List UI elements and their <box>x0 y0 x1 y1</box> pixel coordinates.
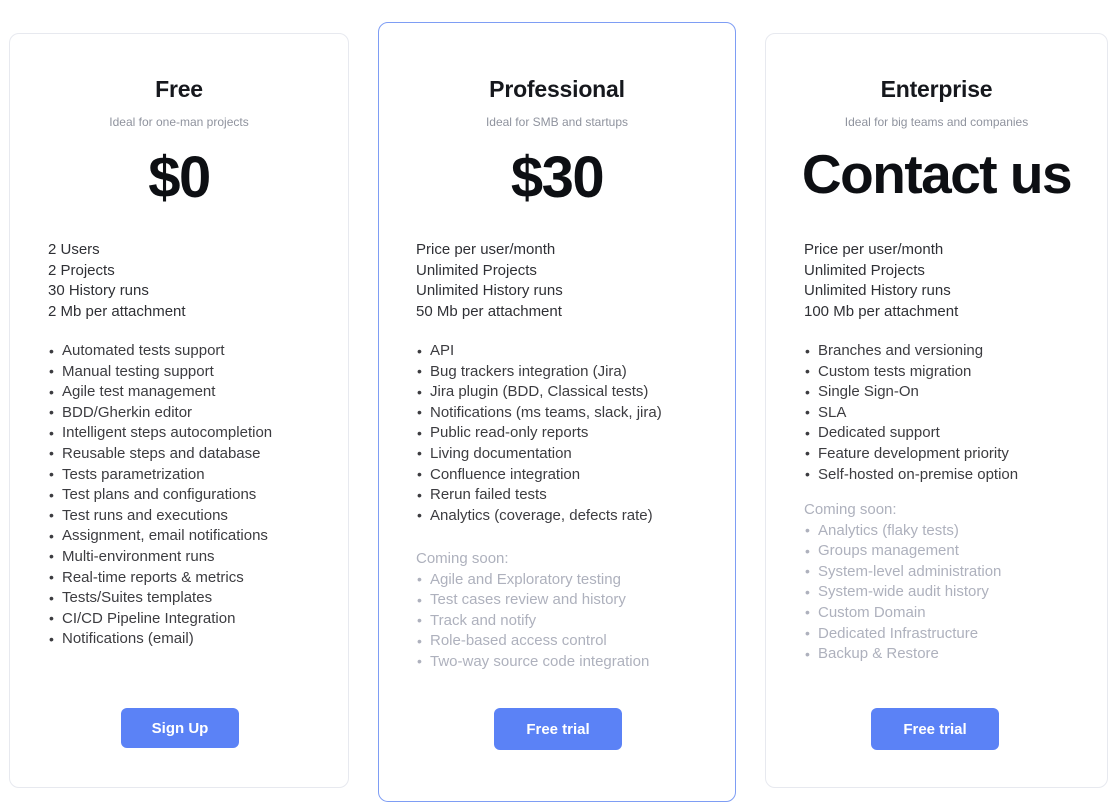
spec-item: Price per user/month <box>416 241 556 258</box>
spec-item: Unlimited History runs <box>416 282 563 300</box>
plan-price-enterprise: Contact us <box>801 143 1073 205</box>
feature-item: Jira plugin (BDD, Classical tests) <box>416 382 662 403</box>
feature-item: Automated tests support <box>48 341 272 362</box>
spec-item: 100 Mb per attachment <box>804 302 959 320</box>
coming-soon-professional: Coming soon: Agile and Exploratory testi… <box>416 549 649 673</box>
spec-item: 50 Mb per attachment <box>416 302 562 320</box>
free-trial-button-enterprise[interactable]: Free trial <box>871 708 999 750</box>
feature-item: Agile test management <box>48 382 272 403</box>
plan-header-enterprise: Enterprise Ideal for big teams and compa… <box>766 76 1107 129</box>
soon-item: Test cases review and history <box>416 590 649 611</box>
pricing-plans-page: Free Ideal for one-man projects $0 2 Use… <box>0 0 1108 808</box>
feature-item: Test plans and configurations <box>48 485 272 506</box>
feature-item: Real-time reports & metrics <box>48 567 272 589</box>
feature-item: Bug trackers integration (Jira) <box>416 361 662 383</box>
plan-price-row-free: $0 <box>10 149 348 207</box>
spec-item: Unlimited History runs <box>804 282 951 300</box>
plan-features-free: Automated tests supportManual testing su… <box>48 341 272 650</box>
spec-item: Price per user/month <box>804 241 944 258</box>
feature-item: Dedicated support <box>804 423 1018 444</box>
plan-price-professional: $30 <box>510 145 605 210</box>
feature-item: Confluence integration <box>416 464 662 486</box>
spec-item: 2 Projects <box>48 261 115 279</box>
feature-item: BDD/Gherkin editor <box>48 402 272 424</box>
signup-button[interactable]: Sign Up <box>121 708 239 748</box>
feature-item: Public read-only reports <box>416 423 662 444</box>
plan-specs-free: 2 Users 2 Projects 30 History runs 2 Mb per… <box>48 240 186 322</box>
feature-item: Test runs and executions <box>48 505 272 527</box>
spec-item: 2 Users <box>48 241 100 258</box>
feature-item: API <box>416 341 662 362</box>
feature-item: Rerun failed tests <box>416 485 662 506</box>
free-trial-button-professional[interactable]: Free trial <box>494 708 622 750</box>
plan-tagline-enterprise: Ideal for big teams and companies <box>844 115 1029 129</box>
feature-item: Custom tests migration <box>804 361 1018 383</box>
plan-price-row-professional: $30 <box>379 149 735 207</box>
feature-item: Tests/Suites templates <box>48 588 272 609</box>
feature-item: SLA <box>804 402 1018 424</box>
soon-item: System-level administration <box>804 561 1001 583</box>
feature-item: Notifications (ms teams, slack, jira) <box>416 402 662 424</box>
soon-item: Dedicated Infrastructure <box>804 623 1001 645</box>
feature-item: Living documentation <box>416 443 662 465</box>
feature-item: Notifications (email) <box>48 629 272 650</box>
plan-name-enterprise: Enterprise <box>880 76 993 102</box>
spec-item: 2 Mb per attachment <box>48 302 186 320</box>
plan-features-enterprise: Branches and versioningCustom tests migr… <box>804 341 1018 485</box>
feature-item: Analytics (coverage, defects rate) <box>416 505 662 527</box>
plan-card-enterprise: Enterprise Ideal for big teams and compa… <box>765 33 1108 788</box>
spec-item: Unlimited Projects <box>416 261 537 279</box>
spec-item: Unlimited Projects <box>804 261 925 279</box>
plan-name-professional: Professional <box>489 76 625 102</box>
feature-item: Branches and versioning <box>804 341 1018 362</box>
soon-item: Role-based access control <box>416 631 649 652</box>
plan-header-free: Free Ideal for one-man projects <box>10 76 348 129</box>
soon-item: Analytics (flaky tests) <box>804 520 1001 542</box>
plan-header-professional: Professional Ideal for SMB and startups <box>379 76 735 129</box>
feature-item: Multi-environment runs <box>48 546 272 568</box>
coming-soon-enterprise: Coming soon: Analytics (flaky tests)Grou… <box>804 500 1001 665</box>
soon-item: Custom Domain <box>804 602 1001 624</box>
coming-soon-title-professional: Coming soon: <box>416 550 509 567</box>
feature-item: Single Sign-On <box>804 382 1018 403</box>
feature-item: Tests parametrization <box>48 464 272 486</box>
feature-item: Intelligent steps autocompletion <box>48 423 272 444</box>
plan-price-free: $0 <box>148 145 211 210</box>
soon-item: Agile and Exploratory testing <box>416 569 649 591</box>
plan-price-row-enterprise: Contact us <box>766 147 1107 202</box>
soon-item: Track and notify <box>416 610 649 632</box>
coming-soon-title-enterprise: Coming soon: <box>804 501 897 518</box>
plan-specs-professional: Price per user/month Unlimited Projects Un… <box>416 240 563 322</box>
soon-item: Backup & Restore <box>804 644 1001 665</box>
soon-item: Groups management <box>804 541 1001 562</box>
soon-item: Two-way source code integration <box>416 651 649 673</box>
plan-specs-enterprise: Price per user/month Unlimited Projects Un… <box>804 240 958 322</box>
feature-item: Assignment, email notifications <box>48 526 272 547</box>
plan-card-free: Free Ideal for one-man projects $0 2 Use… <box>9 33 349 788</box>
spec-item: 30 History runs <box>48 282 149 300</box>
plan-tagline-professional: Ideal for SMB and startups <box>485 115 629 129</box>
plan-features-professional: APIBug trackers integration (Jira)Jira p… <box>416 341 662 526</box>
plan-tagline-free: Ideal for one-man projects <box>109 115 249 129</box>
coming-soon-list-enterprise: Analytics (flaky tests)Groups management… <box>804 520 1001 665</box>
plan-name-free: Free <box>155 76 203 102</box>
feature-item: Self-hosted on-premise option <box>804 464 1018 486</box>
plan-card-professional: Professional Ideal for SMB and startups … <box>378 22 736 802</box>
feature-item: Feature development priority <box>804 443 1018 465</box>
soon-item: System-wide audit history <box>804 582 1001 603</box>
feature-item: Reusable steps and database <box>48 443 272 465</box>
feature-item: Manual testing support <box>48 361 272 383</box>
coming-soon-list-professional: Agile and Exploratory testingTest cases … <box>416 569 649 673</box>
feature-item: CI/CD Pipeline Integration <box>48 608 272 630</box>
